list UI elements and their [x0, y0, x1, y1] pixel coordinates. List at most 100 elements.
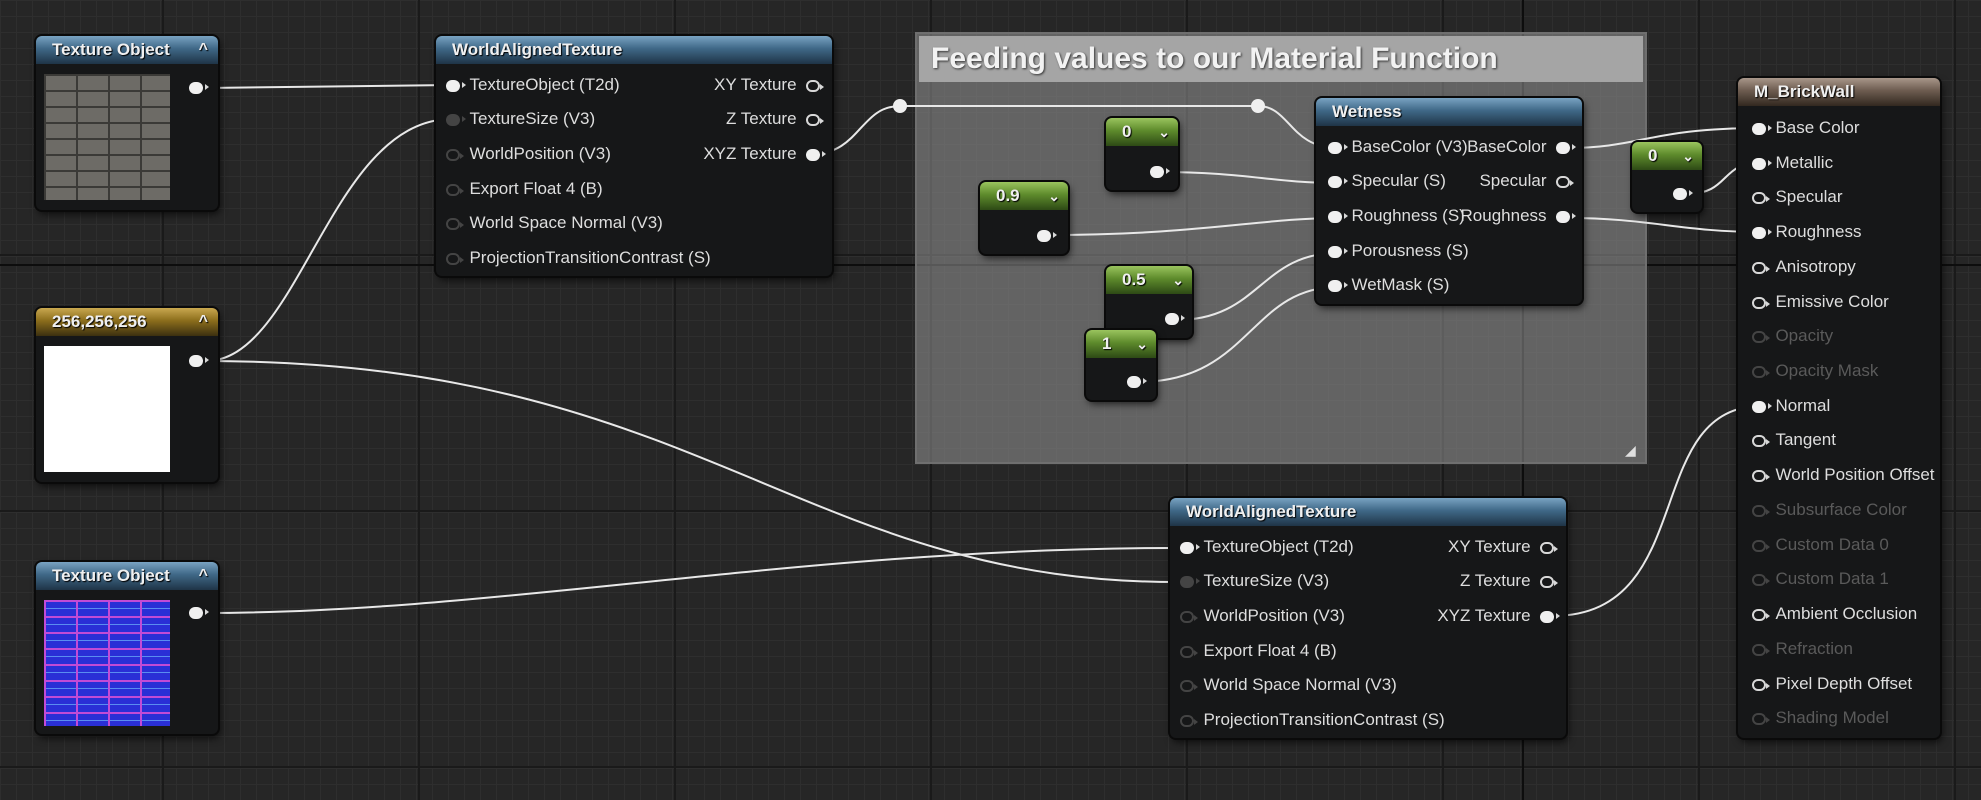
- output-pin-row[interactable]: Specular: [1479, 164, 1574, 198]
- input-pin-row[interactable]: BaseColor (V3): [1328, 130, 1468, 164]
- constant-node[interactable]: 0.9 ⌄: [980, 182, 1068, 254]
- input-pin-row[interactable]: TextureSize (V3): [1180, 564, 1329, 598]
- input-pin[interactable]: [446, 79, 466, 92]
- node-header[interactable]: WorldAlignedTexture: [436, 36, 832, 64]
- input-pin[interactable]: [1752, 469, 1770, 482]
- input-pin[interactable]: [1752, 296, 1770, 309]
- output-pin[interactable]: [1127, 376, 1147, 388]
- input-pin[interactable]: [446, 148, 464, 161]
- input-pin[interactable]: [446, 217, 464, 230]
- world-aligned-texture-node[interactable]: WorldAlignedTexture TextureObject (T2d) …: [436, 36, 832, 276]
- input-pin-row[interactable]: TextureObject (T2d): [446, 68, 620, 102]
- material-pin-anisotropy[interactable]: Anisotropy: [1752, 250, 1856, 284]
- output-pin[interactable]: [189, 355, 209, 367]
- collapse-icon[interactable]: ^: [199, 308, 208, 336]
- output-pin-row[interactable]: Z Texture: [726, 102, 824, 136]
- material-result-node[interactable]: M_BrickWall Base Color Metallic Specular…: [1738, 78, 1940, 738]
- constant-value[interactable]: 1: [1102, 334, 1111, 353]
- input-pin[interactable]: [1752, 434, 1770, 447]
- constant-value[interactable]: 0.5: [1122, 270, 1146, 289]
- output-pin[interactable]: [806, 79, 824, 92]
- material-pin-roughness[interactable]: Roughness: [1752, 215, 1861, 249]
- texture-object-node[interactable]: Texture Object ^: [36, 36, 218, 210]
- input-pin[interactable]: [1180, 679, 1198, 692]
- input-pin[interactable]: [446, 113, 466, 126]
- input-pin-row[interactable]: World Space Normal (V3): [446, 206, 663, 240]
- texture-object-node[interactable]: Texture Object ^: [36, 562, 218, 734]
- input-pin[interactable]: [1180, 541, 1200, 554]
- node-header[interactable]: Wetness: [1316, 98, 1582, 126]
- constant-node[interactable]: 0.5 ⌄: [1106, 266, 1192, 338]
- node-header[interactable]: M_BrickWall: [1738, 78, 1940, 106]
- output-pin[interactable]: [1037, 230, 1057, 242]
- input-pin[interactable]: [1328, 279, 1348, 292]
- input-pin-row[interactable]: Export Float 4 (B): [446, 172, 603, 206]
- input-pin-row[interactable]: ProjectionTransitionContrast (S): [1180, 703, 1445, 737]
- constant-vector-node[interactable]: 256,256,256 ^: [36, 308, 218, 482]
- wetness-function-node[interactable]: Wetness BaseColor (V3) Specular (S) Roug…: [1316, 98, 1582, 304]
- material-pin-normal[interactable]: Normal: [1752, 389, 1830, 423]
- output-pin-row[interactable]: XYZ Texture: [1437, 599, 1560, 633]
- input-pin-row[interactable]: Export Float 4 (B): [1180, 634, 1337, 668]
- output-pin[interactable]: [806, 148, 826, 161]
- material-pin-emissive-color[interactable]: Emissive Color: [1752, 285, 1889, 319]
- material-pin-metallic[interactable]: Metallic: [1752, 146, 1833, 180]
- input-pin[interactable]: [1180, 575, 1200, 588]
- output-pin-row[interactable]: XY Texture: [1448, 530, 1558, 564]
- material-pin-base-color[interactable]: Base Color: [1752, 111, 1860, 145]
- input-pin-row[interactable]: WorldPosition (V3): [446, 137, 611, 171]
- constant-value[interactable]: 0: [1648, 146, 1657, 165]
- input-pin[interactable]: [1752, 261, 1770, 274]
- constant-node[interactable]: 0 ⌄: [1632, 142, 1702, 212]
- input-pin[interactable]: [1752, 226, 1772, 239]
- material-pin-ambient-occlusion[interactable]: Ambient Occlusion: [1752, 597, 1917, 631]
- world-aligned-texture-node[interactable]: WorldAlignedTexture TextureObject (T2d) …: [1170, 498, 1566, 738]
- material-pin-specular[interactable]: Specular: [1752, 180, 1843, 214]
- input-pin-row[interactable]: World Space Normal (V3): [1180, 668, 1397, 702]
- node-header[interactable]: 0.9 ⌄: [980, 182, 1068, 210]
- input-pin[interactable]: [1752, 678, 1770, 691]
- output-pin[interactable]: [1556, 175, 1574, 188]
- node-header[interactable]: 1 ⌄: [1086, 330, 1156, 358]
- output-pin[interactable]: [806, 113, 824, 126]
- output-pin-row[interactable]: Z Texture: [1460, 564, 1558, 598]
- output-pin[interactable]: [1540, 541, 1558, 554]
- node-header[interactable]: 256,256,256 ^: [36, 308, 218, 336]
- output-pin[interactable]: [1540, 575, 1558, 588]
- constant-node[interactable]: 0 ⌄: [1106, 118, 1178, 190]
- node-header[interactable]: 0 ⌄: [1632, 142, 1702, 170]
- input-pin-row[interactable]: Specular (S): [1328, 164, 1446, 198]
- output-pin-row[interactable]: XYZ Texture: [703, 137, 826, 171]
- input-pin-row[interactable]: TextureObject (T2d): [1180, 530, 1354, 564]
- output-pin[interactable]: [1150, 166, 1170, 178]
- input-pin-row[interactable]: Roughness (S): [1328, 199, 1465, 233]
- input-pin-row[interactable]: WetMask (S): [1328, 268, 1449, 302]
- input-pin[interactable]: [446, 183, 464, 196]
- output-pin[interactable]: [1556, 210, 1576, 223]
- output-pin-row[interactable]: XY Texture: [714, 68, 824, 102]
- input-pin[interactable]: [446, 252, 464, 265]
- constant-value[interactable]: 0.9: [996, 186, 1020, 205]
- input-pin[interactable]: [1752, 122, 1772, 135]
- constant-node[interactable]: 1 ⌄: [1086, 330, 1156, 400]
- collapse-icon[interactable]: ^: [199, 36, 208, 64]
- input-pin[interactable]: [1328, 175, 1348, 188]
- chevron-down-icon[interactable]: ⌄: [1048, 182, 1060, 210]
- output-pin[interactable]: [1556, 141, 1576, 154]
- output-pin[interactable]: [189, 82, 209, 94]
- input-pin[interactable]: [1752, 608, 1770, 621]
- output-pin[interactable]: [1540, 610, 1560, 623]
- input-pin[interactable]: [1752, 157, 1772, 170]
- chevron-down-icon[interactable]: ⌄: [1158, 118, 1170, 146]
- material-pin-world-position-offset[interactable]: World Position Offset: [1752, 458, 1935, 492]
- input-pin-row[interactable]: TextureSize (V3): [446, 102, 595, 136]
- node-header[interactable]: 0 ⌄: [1106, 118, 1178, 146]
- constant-value[interactable]: 0: [1122, 122, 1131, 141]
- input-pin[interactable]: [1180, 610, 1198, 623]
- chevron-down-icon[interactable]: ⌄: [1172, 266, 1184, 294]
- material-pin-tangent[interactable]: Tangent: [1752, 423, 1836, 457]
- input-pin[interactable]: [1180, 714, 1198, 727]
- input-pin[interactable]: [1752, 191, 1770, 204]
- input-pin-row[interactable]: ProjectionTransitionContrast (S): [446, 241, 711, 275]
- input-pin-row[interactable]: Porousness (S): [1328, 234, 1469, 268]
